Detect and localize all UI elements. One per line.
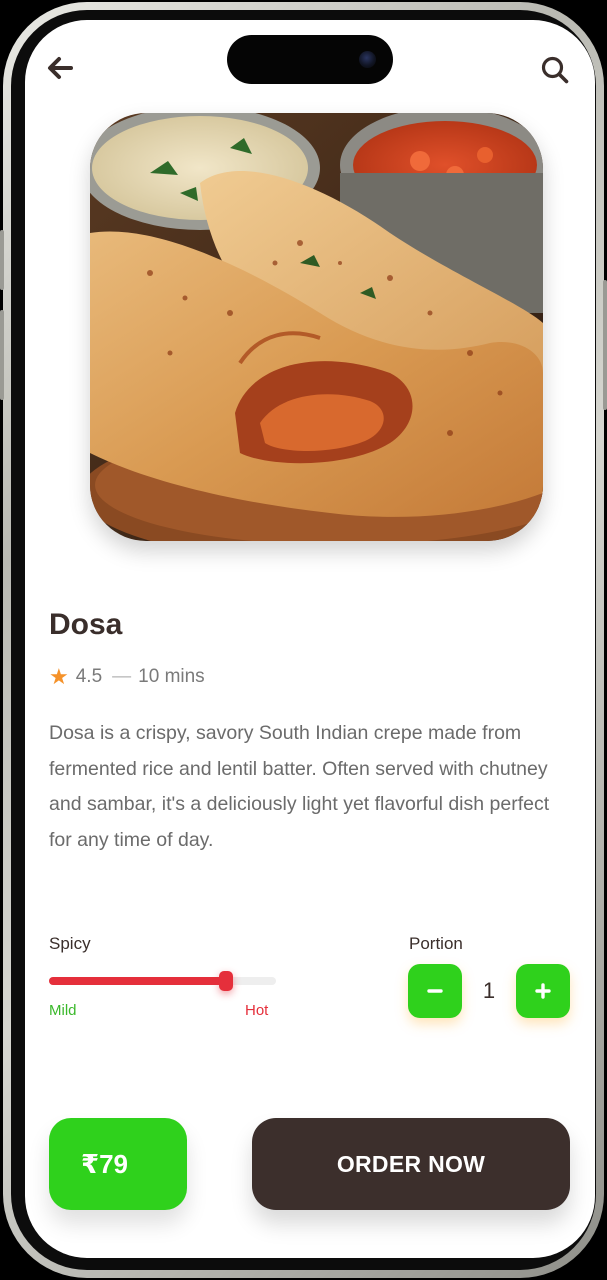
spicy-slider-fill xyxy=(49,977,226,985)
side-button xyxy=(0,230,4,290)
side-button xyxy=(0,310,4,400)
portion-label: Portion xyxy=(409,934,463,953)
plus-icon xyxy=(535,983,551,999)
rating-value: 4.5 xyxy=(75,666,103,687)
minus-icon xyxy=(427,989,443,993)
arrow-left-icon xyxy=(48,57,73,79)
spicy-slider[interactable] xyxy=(49,971,276,991)
dish-title: Dosa xyxy=(49,608,123,641)
spicy-min-label: Mild xyxy=(49,1002,77,1019)
dish-description: Dosa is a crispy, savory South Indian cr… xyxy=(49,722,550,851)
portion-value: 1 xyxy=(482,978,496,1003)
price-value: ₹79 xyxy=(81,1148,129,1179)
search-icon xyxy=(541,56,569,84)
portion-decrement-button[interactable] xyxy=(408,964,462,1018)
dosa-illustration xyxy=(90,113,543,541)
star-icon: ★ xyxy=(49,664,69,689)
meta-separator: — xyxy=(112,666,132,687)
front-camera xyxy=(359,51,376,68)
prep-time: 10 mins xyxy=(138,666,205,687)
search-button[interactable] xyxy=(535,50,575,90)
spicy-slider-thumb[interactable] xyxy=(219,971,233,991)
order-now-button[interactable]: ORDER NOW xyxy=(252,1118,570,1210)
spicy-label: Spicy xyxy=(49,934,91,953)
dynamic-island xyxy=(227,35,393,84)
price-button[interactable]: ₹79 xyxy=(49,1118,187,1210)
back-button[interactable] xyxy=(41,48,81,88)
portion-increment-button[interactable] xyxy=(516,964,570,1018)
spicy-max-label: Hot xyxy=(245,1002,269,1019)
side-button xyxy=(603,280,607,410)
dosa-photo xyxy=(90,113,543,541)
app-screen: Dosa ★ 4.5 — 10 mins Dosa is a crispy, s… xyxy=(25,20,595,1258)
order-now-label: ORDER NOW xyxy=(336,1150,486,1177)
dish-meta: ★ 4.5 — 10 mins xyxy=(49,665,205,689)
